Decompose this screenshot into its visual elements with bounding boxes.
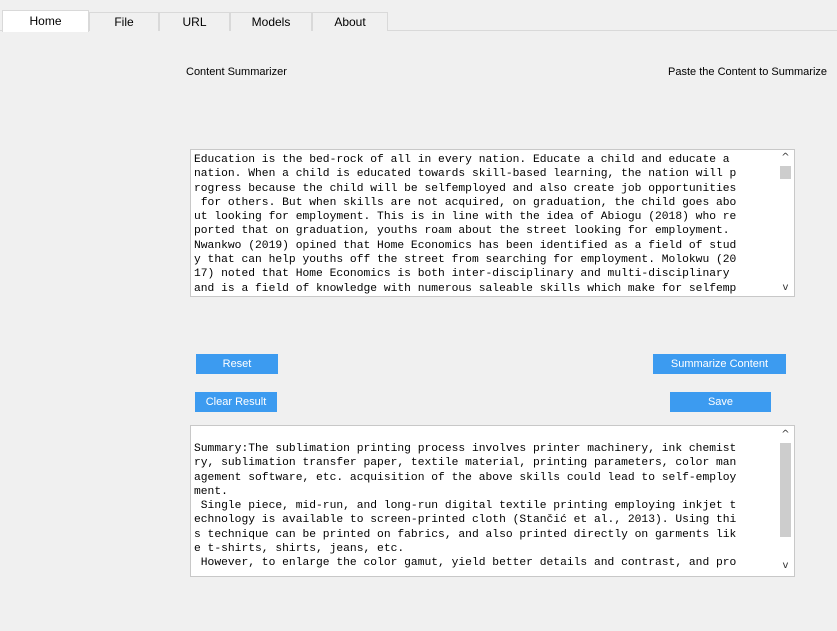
tab-url[interactable]: URL: [159, 12, 230, 31]
text-line: However, to enlarge the color gamut, yie…: [194, 557, 737, 570]
tab-file[interactable]: File: [89, 12, 159, 31]
tab-bar: Home File URL Models About: [0, 0, 837, 32]
summary-output[interactable]: Summary:The sublimation printing process…: [190, 425, 795, 577]
text-line: 17) noted that Home Economics is both in…: [194, 268, 730, 281]
text-line: and is a field of knowledge with numerou…: [194, 282, 737, 295]
content-input[interactable]: Education is the bed-rock of all in ever…: [190, 149, 795, 297]
text-line: y that can help youths off the street fr…: [194, 254, 737, 267]
summary-output-scroll-thumb[interactable]: [780, 443, 791, 537]
text-line: Education is the bed-rock of all in ever…: [194, 154, 730, 166]
tab-home[interactable]: Home: [2, 10, 89, 32]
text-line: echnology is available to screen-printed…: [194, 514, 737, 527]
text-line: ry, sublimation transfer paper, textile …: [194, 457, 737, 470]
text-line: nation. When a child is educated towards…: [194, 168, 737, 181]
instruction-label: Paste the Content to Summarize: [668, 66, 827, 78]
scroll-down-icon[interactable]: v: [777, 559, 794, 573]
page-title: Content Summarizer: [186, 66, 287, 78]
content-input-text: Education is the bed-rock of all in ever…: [194, 153, 774, 296]
content-input-scroll-thumb[interactable]: [780, 166, 791, 179]
text-line: Summary:The sublimation printing process…: [194, 443, 737, 455]
scroll-up-icon[interactable]: ^: [777, 151, 794, 165]
text-line: Single piece, mid-run, and long-run digi…: [194, 500, 737, 513]
summary-output-text: Summary:The sublimation printing process…: [194, 442, 774, 576]
text-line: for others. But when skills are not acqu…: [194, 196, 737, 209]
text-line: agement software, etc. acquisition of th…: [194, 471, 737, 484]
scroll-down-icon[interactable]: v: [777, 281, 794, 295]
reset-button[interactable]: Reset: [196, 354, 278, 374]
summary-output-scrollbar[interactable]: ^ v: [777, 426, 794, 576]
text-line: rogress because the child will be selfem…: [194, 182, 737, 195]
clear-result-button[interactable]: Clear Result: [195, 392, 277, 412]
scroll-up-icon[interactable]: ^: [777, 428, 794, 442]
text-line: s technique can be printed on fabrics, a…: [194, 528, 737, 541]
text-line: e t-shirts, shirts, jeans, etc.: [194, 543, 405, 556]
text-line: ment.: [194, 485, 228, 498]
text-line: ut looking for employment. This is in li…: [194, 211, 737, 224]
content-input-scrollbar[interactable]: ^ v: [777, 150, 794, 296]
text-line: ported that on graduation, youths roam a…: [194, 225, 730, 238]
tab-about[interactable]: About: [312, 12, 388, 31]
summarize-content-button[interactable]: Summarize Content: [653, 354, 786, 374]
text-line: Nwankwo (2019) opined that Home Economic…: [194, 239, 737, 252]
tab-models[interactable]: Models: [230, 12, 312, 31]
save-button[interactable]: Save: [670, 392, 771, 412]
